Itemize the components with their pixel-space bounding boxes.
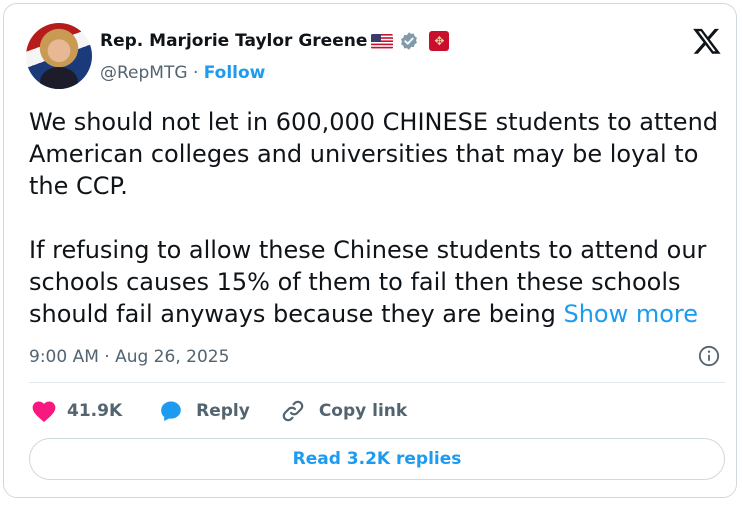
author-name[interactable]: Rep. Marjorie Taylor Greene bbox=[100, 31, 367, 51]
follow-button[interactable]: Follow bbox=[204, 63, 266, 83]
verified-badge-icon[interactable] bbox=[399, 31, 419, 51]
author-avatar[interactable] bbox=[26, 23, 92, 89]
us-flag-icon bbox=[371, 33, 394, 49]
show-more-link[interactable]: Show more bbox=[563, 300, 698, 328]
link-icon bbox=[282, 400, 304, 422]
tweet-timestamp[interactable]: 9:00 AM · Aug 26, 2025 bbox=[29, 347, 229, 367]
like-button[interactable]: 41.9K bbox=[31, 399, 122, 423]
copy-link-label: Copy link bbox=[318, 401, 408, 421]
reply-label: Reply bbox=[196, 401, 250, 421]
author-handle-row: @RepMTG · Follow bbox=[100, 63, 265, 83]
action-bar: 41.9K Reply Copy link bbox=[31, 397, 407, 425]
x-logo-icon[interactable] bbox=[692, 26, 722, 56]
affiliation-badge-icon[interactable]: ✥ bbox=[429, 31, 450, 51]
tweet-paragraph-1: We should not let in 600,000 CHINESE stu… bbox=[29, 108, 719, 200]
tweet-text: We should not let in 600,000 CHINESE stu… bbox=[29, 106, 719, 330]
reply-bubble-icon bbox=[161, 401, 181, 421]
like-count: 41.9K bbox=[67, 401, 123, 421]
tweet-paragraph-2: If refusing to allow these Chinese stude… bbox=[29, 234, 719, 330]
divider bbox=[29, 382, 725, 383]
copy-link-button[interactable]: Copy link bbox=[280, 398, 407, 424]
author-handle[interactable]: @RepMTG bbox=[100, 63, 188, 83]
avatar-figure bbox=[40, 67, 78, 89]
tweet-card: Rep. Marjorie Taylor Greene ✥ @RepMTG · … bbox=[3, 3, 737, 498]
read-replies-button[interactable]: Read 3.2K replies bbox=[29, 438, 725, 480]
info-icon[interactable] bbox=[698, 345, 720, 367]
handle-separator: · bbox=[192, 63, 199, 83]
heart-icon bbox=[32, 401, 56, 423]
author-name-row: Rep. Marjorie Taylor Greene ✥ bbox=[100, 31, 450, 51]
reply-button[interactable]: Reply bbox=[158, 399, 250, 423]
